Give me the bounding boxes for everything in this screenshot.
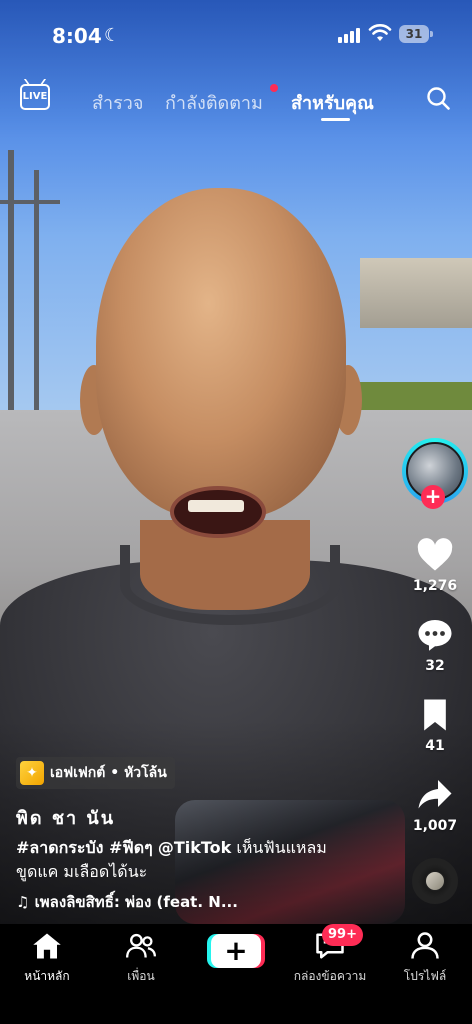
search-icon[interactable]	[426, 86, 450, 110]
caption-text: เห็นฟันแหลม	[236, 838, 327, 857]
author-name[interactable]: พิด ชา นัน	[16, 803, 115, 832]
heart-icon	[417, 538, 453, 571]
cellular-signal-icon	[338, 27, 362, 43]
effect-label: เอฟเฟกต์ • หัวโล้น	[50, 765, 167, 781]
live-button[interactable]: LIVE	[20, 84, 50, 110]
profile-icon	[411, 932, 439, 959]
nav-inbox-label: กล่องข้อความ	[293, 969, 367, 983]
nav-friends[interactable]: เพื่อน	[94, 932, 188, 986]
share-button[interactable]: 1,007	[400, 778, 470, 834]
save-count: 41	[425, 738, 445, 754]
active-tab-indicator	[321, 118, 350, 121]
plus-icon: +	[224, 934, 248, 967]
create-button[interactable]: +	[211, 934, 261, 968]
moon-icon: ☾	[104, 25, 121, 46]
video-pole	[8, 150, 14, 410]
status-bar: 8:04 ☾ 31	[0, 0, 472, 70]
caption-mention[interactable]: @TikTok	[158, 838, 231, 857]
tab-for-you[interactable]: สำหรับคุณ	[291, 88, 374, 117]
caption-line-2: ขูดแค มเลือดได้นะ	[16, 862, 148, 881]
music-disc-icon[interactable]	[412, 858, 458, 904]
tab-following[interactable]: กำลังติดตาม	[165, 88, 263, 117]
save-button[interactable]: 41	[400, 698, 470, 754]
status-time: 8:04	[52, 24, 102, 48]
nav-home-label: หน้าหลัก	[24, 969, 70, 983]
comment-icon	[418, 620, 452, 651]
friends-icon	[126, 933, 156, 958]
bookmark-icon	[424, 699, 446, 731]
caption[interactable]: #ลาดกระบัง #ฟีดๆ @TikTok เห็นฟันแหลม ขูด…	[16, 836, 396, 884]
video-person-mouth	[170, 486, 266, 538]
wifi-icon	[368, 24, 392, 41]
video-pole	[34, 170, 39, 410]
bottom-nav: หน้าหลัก เพื่อน + กล่องข้อความ 99+ โปรไฟ…	[0, 924, 472, 1024]
share-arrow-icon	[418, 780, 452, 809]
follow-plus-button[interactable]: +	[421, 485, 445, 509]
video-overpass	[360, 258, 472, 328]
nav-profile-label: โปรไฟล์	[403, 969, 447, 983]
effect-tag[interactable]: ✦ เอฟเฟกต์ • หัวโล้น	[16, 757, 175, 789]
video-pole	[0, 200, 60, 204]
like-count: 1,276	[412, 578, 458, 594]
home-icon	[33, 933, 61, 959]
music-cover	[426, 872, 444, 890]
nav-profile[interactable]: โปรไฟล์	[378, 932, 472, 986]
video-person-head	[96, 188, 346, 518]
tab-explore[interactable]: สำรวจ	[92, 88, 143, 117]
nav-home[interactable]: หน้าหลัก	[0, 932, 94, 986]
comment-button[interactable]: 32	[400, 618, 470, 674]
video-person-collar	[120, 545, 340, 625]
nav-friends-label: เพื่อน	[127, 969, 155, 983]
video-person-teeth	[188, 500, 244, 512]
sparkle-icon: ✦	[20, 761, 44, 785]
inbox-badge: 99+	[322, 924, 363, 946]
music-label[interactable]: ♫ เพลงลิขสิทธิ์: พ่อง (feat. N...	[16, 890, 238, 914]
top-nav: LIVE สำรวจ กำลังติดตาม สำหรับคุณ	[0, 80, 472, 121]
share-count: 1,007	[412, 818, 458, 834]
comment-count: 32	[425, 658, 445, 674]
battery-icon: 31	[399, 25, 433, 43]
like-button[interactable]: 1,276	[400, 538, 470, 594]
caption-hashtags[interactable]: #ลาดกระบัง #ฟีดๆ	[16, 838, 153, 857]
following-notification-dot	[270, 84, 278, 92]
